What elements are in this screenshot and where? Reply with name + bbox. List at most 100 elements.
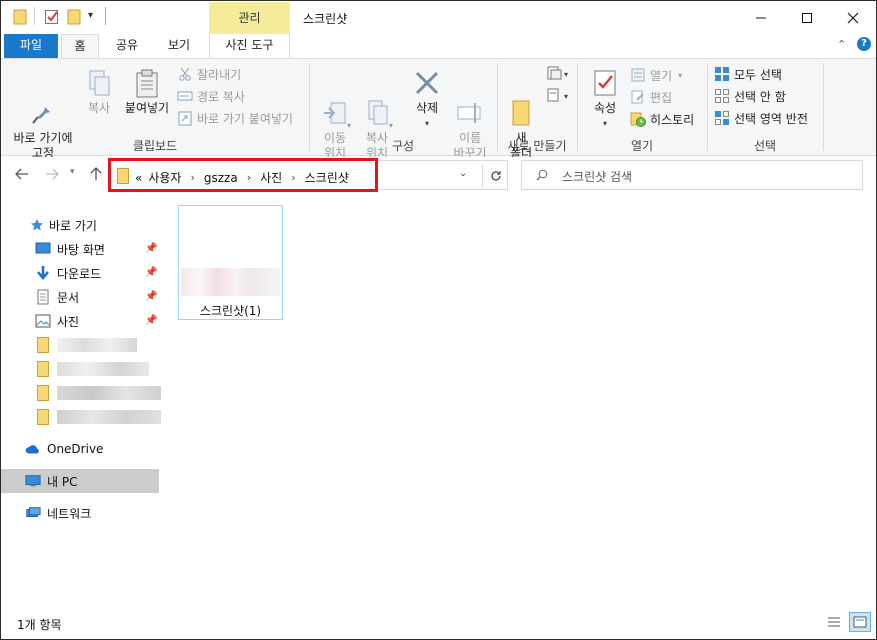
cut-label: 잘라내기 [197,67,242,82]
network-icon [25,505,41,521]
delete-button[interactable]: 삭제 ▾ [407,69,447,131]
rename-icon [449,84,491,123]
pin-icon[interactable]: 📌 [145,267,157,278]
details-view-icon[interactable] [827,615,841,632]
open-label: 열기 [650,68,673,83]
ribbon-tabs: 파일 홈 공유 보기 사진 도구 ⌃ ? [1,34,876,59]
redacted-label [57,386,161,400]
new-folder-icon[interactable] [67,9,81,25]
computer-icon [25,473,41,489]
chevron-down-icon: ▾ [347,121,352,130]
nav-item-redacted-folder[interactable] [1,381,161,405]
tab-share[interactable]: 공유 [104,34,150,58]
nav-item-label: 다운로드 [57,266,102,281]
back-arrow-icon[interactable] [15,167,29,185]
maximize-button[interactable] [784,1,830,34]
nav-item-pictures[interactable]: 사진 📌 [1,309,161,333]
organize-group-label: 구성 [391,139,415,153]
select-group-label: 선택 [753,139,777,153]
cut-button[interactable]: 잘라내기 [177,64,241,84]
nav-item-quick-access[interactable]: 바로 가기 [1,213,161,237]
download-arrow-icon [35,265,51,281]
minimize-icon [756,17,766,18]
file-tile[interactable]: 스크린샷(1) [178,205,283,320]
nav-item-label: 내 PC [47,474,78,489]
chevron-down-icon: ▾ [678,70,683,80]
edit-button[interactable]: 편집 [630,87,672,107]
address-history-icon[interactable]: ⌄ [459,168,467,179]
new-item-icon[interactable]: ▾ [546,65,570,84]
folder-icon [35,337,51,353]
navigation-bar: ▾ « 사용자 › gszza › 사진 › 스크린샷 ⌄ 스크린샷 검색 [1,157,876,195]
pin-icon[interactable]: 📌 [145,243,157,254]
pin-icon[interactable]: 📌 [145,315,157,326]
move-to-icon [315,84,355,124]
chevron-down-icon: ▾ [602,119,607,128]
paste-shortcut-button[interactable]: 바로 가기 붙여넣기 [177,108,293,128]
star-icon [29,217,45,233]
tab-picture-tools[interactable]: 사진 도구 [209,34,290,58]
properties-icon[interactable] [44,9,60,25]
nav-item-downloads[interactable]: 다운로드 📌 [1,261,161,285]
history-button[interactable]: 히스토리 [630,109,694,129]
file-explorer-window: ▾ 관리 스크린샷 파일 홈 공유 보기 사진 도구 ⌃ ? 바로 가기에 고정 [0,0,877,640]
nav-item-this-pc[interactable]: 내 PC [1,469,159,493]
nav-item-onedrive[interactable]: OneDrive [1,437,161,461]
svg-text:▾: ▾ [564,92,568,101]
nav-item-redacted-folder[interactable] [1,357,161,381]
customize-toolbar-icon[interactable]: ▾ [88,10,93,26]
window-title: 스크린샷 [303,12,348,26]
close-button[interactable] [830,1,876,34]
easy-access-icon[interactable]: ▾ [546,87,570,106]
forward-arrow-icon[interactable] [45,167,59,185]
invert-selection-icon [714,110,730,126]
tab-view[interactable]: 보기 [156,34,202,58]
item-count: 1개 항목 [17,618,62,632]
select-all-button[interactable]: 모두 선택 [714,64,782,84]
chevron-down-icon: ▾ [389,121,394,130]
new-group-label: 새로 만들기 [507,139,567,153]
copy-icon [81,69,117,99]
nav-item-documents[interactable]: 문서 📌 [1,285,161,309]
cloud-icon [25,441,41,457]
svg-text:▾: ▾ [564,70,568,79]
nav-item-desktop[interactable]: 바탕 화면 📌 [1,237,161,261]
large-icons-view-icon[interactable] [849,612,871,632]
nav-item-network[interactable]: 네트워크 [1,501,161,525]
search-icon [536,169,548,184]
copy-label: 복사 [87,101,111,115]
help-icon[interactable]: ? [857,37,871,51]
up-arrow-icon[interactable] [89,167,103,185]
nav-item-redacted-folder[interactable] [1,333,161,357]
nav-item-label: 사진 [57,314,80,329]
open-group-label: 열기 [630,139,654,153]
minimize-button[interactable] [738,1,784,34]
copy-to-icon [357,84,397,125]
folder-icon [35,385,51,401]
properties-icon [585,69,625,99]
maximize-icon [802,12,812,23]
open-button[interactable]: 열기 ▾ [630,65,682,85]
tab-file[interactable]: 파일 [4,34,58,58]
paste-button[interactable]: 붙여넣기 [120,69,174,116]
manage-context-tab[interactable]: 관리 [209,2,290,34]
folder-icon [35,409,51,425]
tab-home[interactable]: 홈 [61,34,99,59]
nav-item-label: OneDrive [47,442,104,456]
recent-locations-icon[interactable]: ▾ [70,167,75,177]
copy-button[interactable]: 복사 [81,69,117,116]
invert-selection-button[interactable]: 선택 영역 반전 [714,108,808,128]
pin-icon[interactable]: 📌 [145,291,157,302]
paste-icon [120,69,174,99]
properties-button[interactable]: 속성 ▾ [585,69,625,131]
pin-icon [7,84,79,124]
collapse-ribbon-icon[interactable]: ⌃ [837,38,846,51]
copy-path-button[interactable]: 경로 복사 [177,86,245,106]
desktop-icon [35,241,51,257]
folder-icon [35,361,51,377]
select-none-button[interactable]: 선택 안 함 [714,86,786,106]
select-none-label: 선택 안 함 [734,89,786,104]
search-input[interactable]: 스크린샷 검색 [521,160,863,190]
nav-item-redacted-folder[interactable] [1,405,161,429]
refresh-icon[interactable] [482,164,508,188]
